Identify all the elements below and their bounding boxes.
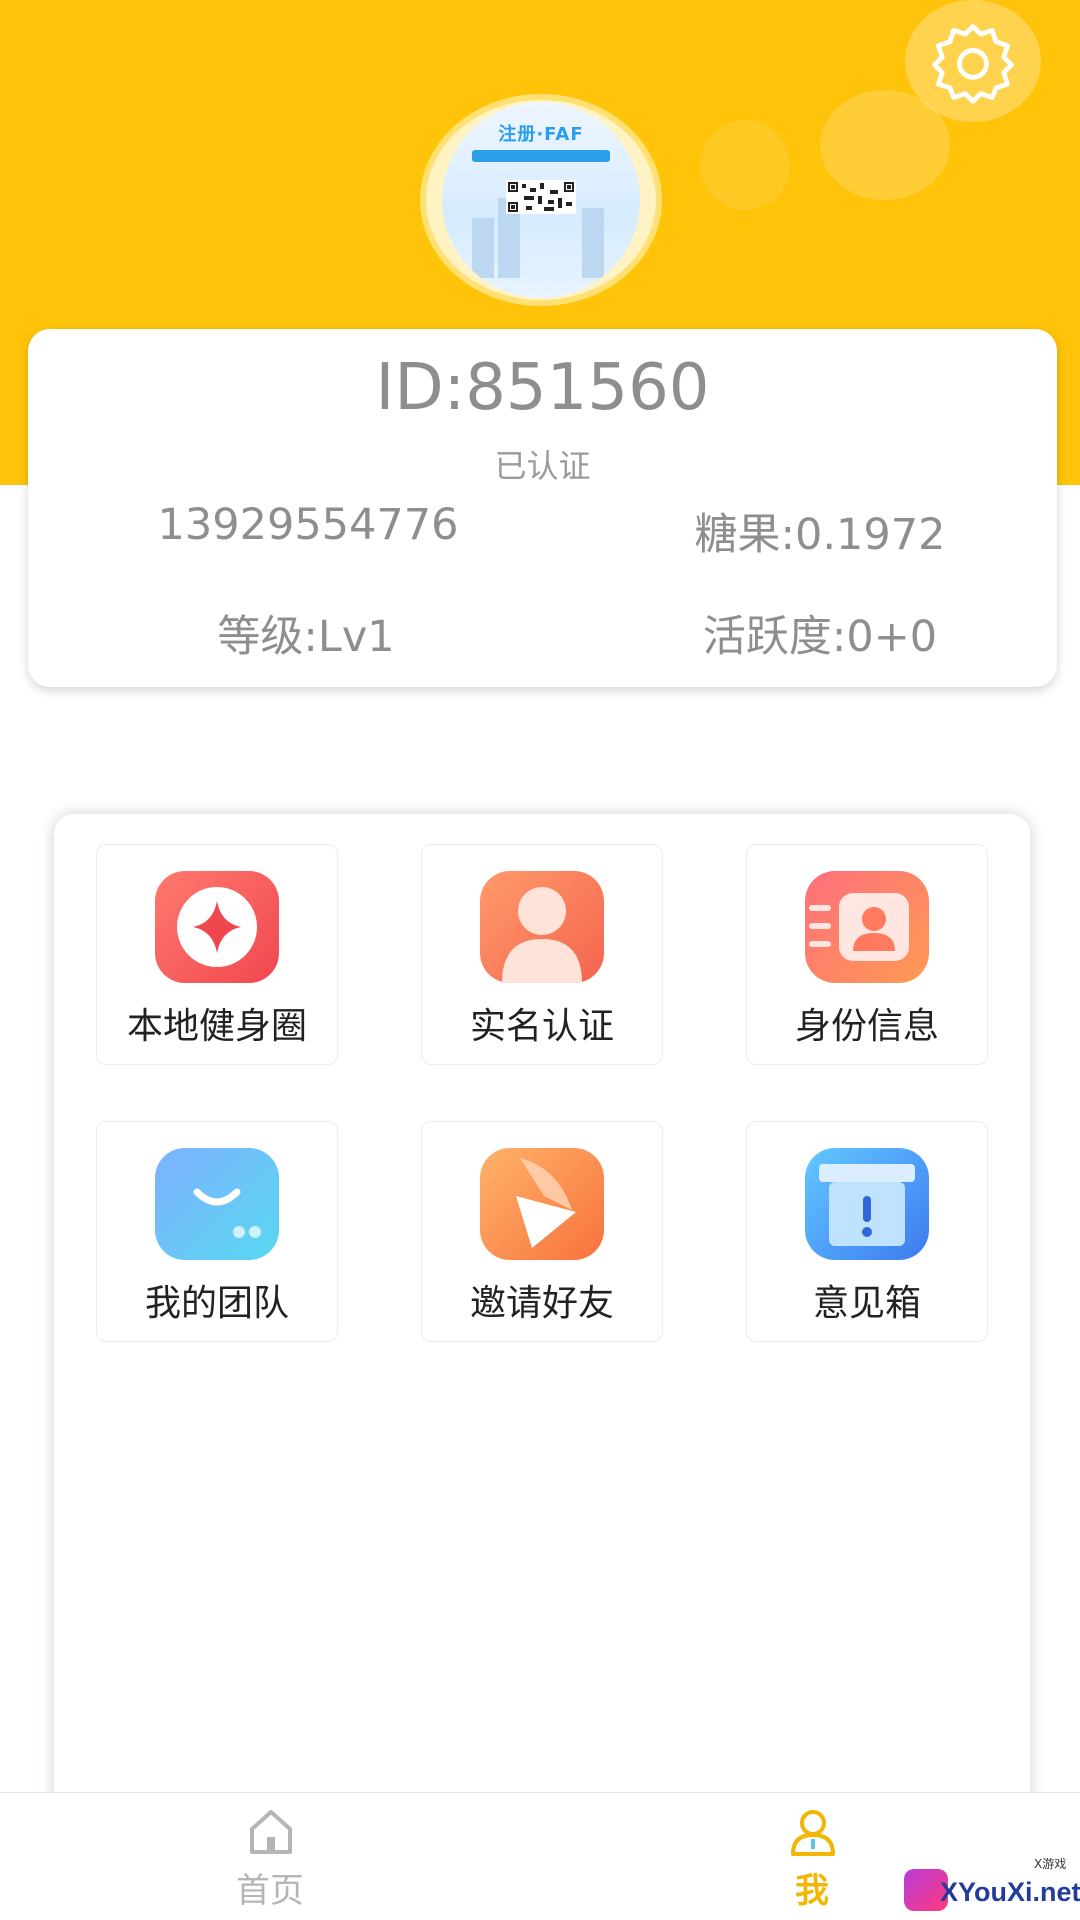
phone-number: 13929554776 (157, 500, 459, 550)
menu-item-label: 实名认证 (469, 1006, 614, 1047)
avatar-banner (472, 150, 610, 162)
user-id: ID:851560 (375, 351, 710, 425)
menu-item-label: 我的团队 (144, 1283, 289, 1324)
id-card-icon (805, 871, 929, 983)
avatar-building (582, 208, 604, 278)
candy-balance: 糖果:0.1972 (694, 510, 946, 560)
tab-me[interactable]: 我 (712, 1793, 912, 1920)
site-watermark: X游戏 XYouXi.net (904, 1855, 1080, 1915)
menu-item-real-name-verify[interactable]: 实名认证 (421, 844, 663, 1065)
activity-score: 活跃度:0+0 (702, 612, 938, 662)
watermark-text: XYouXi.net (940, 1877, 1080, 1907)
user-level: 等级:Lv1 (217, 612, 395, 662)
header-decoration (700, 120, 790, 210)
menu-item-label: 意见箱 (812, 1283, 921, 1324)
verification-status: 已认证 (494, 447, 591, 485)
menu-item-label: 身份信息 (794, 1006, 939, 1047)
menu-item-feedback-box[interactable]: 意见箱 (746, 1121, 988, 1342)
avatar[interactable]: 注册·FAF (426, 100, 656, 300)
menu-item-label: 邀请好友 (469, 1283, 614, 1324)
diamond-badge-icon (155, 871, 279, 983)
user-info-card: ID:851560 已认证 13929554776 糖果:0.1972 等级:L… (28, 329, 1057, 687)
qr-code-icon (506, 180, 576, 214)
menu-item-identity-info[interactable]: 身份信息 (746, 844, 988, 1065)
menu-item-local-fitness[interactable]: 本地健身圈 (96, 844, 338, 1065)
menu-item-my-team[interactable]: 我的团队 (96, 1121, 338, 1342)
tab-me-label: 我 (795, 1871, 829, 1911)
paper-plane-icon (480, 1148, 604, 1260)
person-id-icon (480, 871, 604, 983)
user-icon (791, 1810, 835, 1856)
function-menu: 本地健身圈 实名认证 身份信息 我的团队 邀请好友 意见箱 (54, 814, 1030, 1914)
menu-item-label: 本地健身圈 (126, 1006, 307, 1047)
menu-item-invite-friends[interactable]: 邀请好友 (421, 1121, 663, 1342)
avatar-title: 注册·FAF (498, 124, 584, 145)
tab-home-label: 首页 (236, 1871, 304, 1911)
tab-home[interactable]: 首页 (170, 1793, 370, 1920)
chat-team-icon (155, 1148, 279, 1260)
home-icon (250, 1810, 292, 1854)
feedback-box-icon (805, 1148, 929, 1260)
settings-button[interactable] (905, 0, 1041, 122)
watermark-small-text: X游戏 (1034, 1857, 1067, 1871)
avatar-building (472, 218, 494, 278)
avatar-image: 注册·FAF (442, 102, 640, 298)
gear-icon (932, 24, 1014, 104)
